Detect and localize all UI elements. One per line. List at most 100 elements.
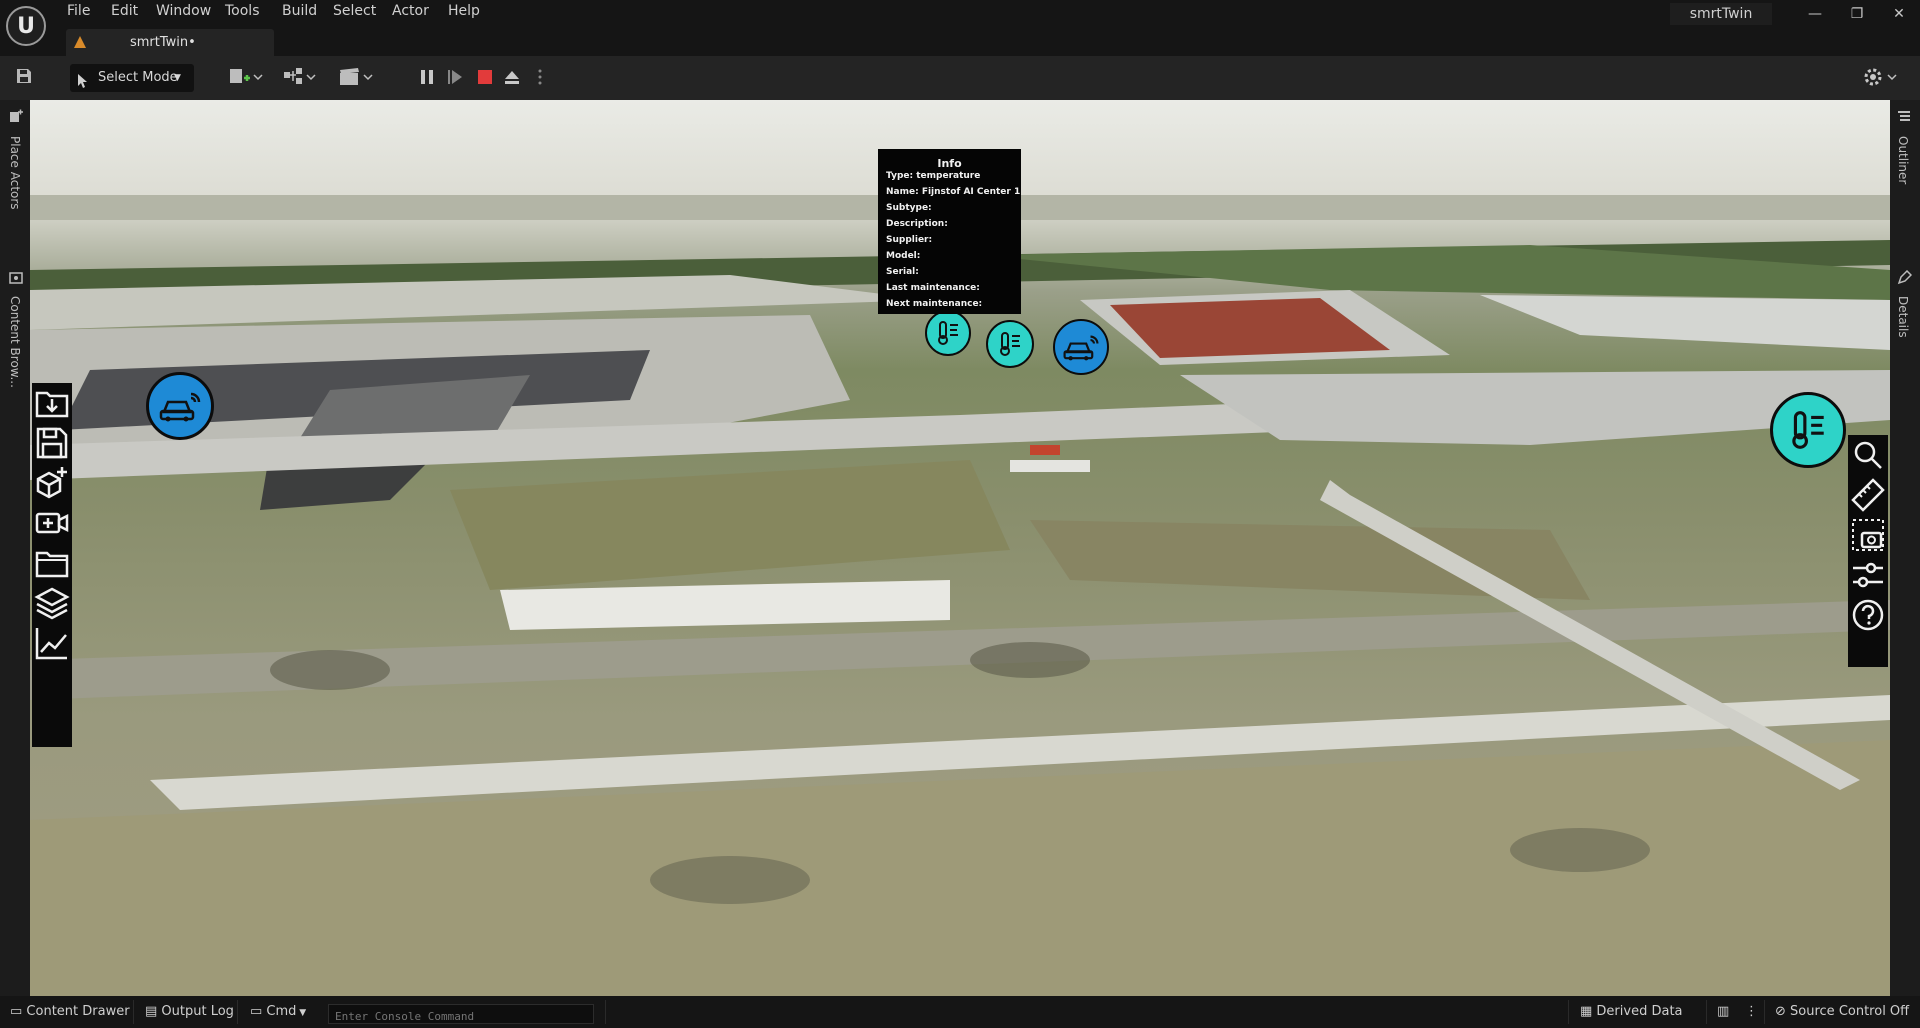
info-row-serial: Serial:: [886, 267, 919, 277]
info-title: Info: [937, 157, 962, 170]
left-viewport-toolbar: [32, 383, 72, 747]
details-pencil-icon[interactable]: [1896, 269, 1913, 286]
details-tab[interactable]: Details: [1896, 296, 1910, 338]
temperature-marker[interactable]: [986, 320, 1034, 368]
pause-button[interactable]: [418, 68, 436, 86]
sensor-info-panel: Info Type: temperature Name: Fijnstof AI…: [878, 149, 1021, 314]
save-icon: [36, 427, 68, 459]
line-chart-icon: [35, 628, 67, 660]
left-dock-panel: [0, 100, 30, 996]
source-control-button[interactable]: ⊘ Source Control Off: [1775, 1000, 1909, 1024]
menu-edit[interactable]: Edit: [111, 3, 138, 19]
source-control-status-icon[interactable]: ▥: [1717, 1000, 1729, 1024]
no-entry-icon: ⊘: [1775, 1004, 1791, 1019]
help-question-icon: [1852, 599, 1884, 631]
save-icon[interactable]: [16, 68, 32, 84]
tab-label: smrtTwin•: [130, 35, 196, 50]
thermometer-icon: [1792, 411, 1824, 449]
camera-plus-icon: [35, 512, 69, 534]
level-tab[interactable]: smrtTwin•: [66, 29, 274, 56]
outliner-tab[interactable]: Outliner: [1896, 136, 1910, 184]
add-content-button[interactable]: [228, 66, 264, 88]
right-dock-panel: [1890, 100, 1920, 996]
step-frame-button[interactable]: [446, 68, 464, 86]
place-actors-tab[interactable]: Place Actors: [8, 136, 22, 210]
eject-button[interactable]: [503, 68, 521, 86]
measure-button[interactable]: [1848, 475, 1888, 515]
import-folder-icon: [35, 391, 69, 418]
stop-button[interactable]: [476, 68, 494, 86]
right-viewport-toolbar: [1848, 435, 1888, 667]
search-icon: [1854, 441, 1882, 469]
cmd-dropdown[interactable]: ▭ Cmd ▼: [250, 1000, 306, 1024]
console-input[interactable]: [329, 1007, 593, 1026]
blueprint-button[interactable]: [283, 66, 319, 88]
open-folder-button[interactable]: [32, 543, 72, 583]
output-log-button[interactable]: ▤ Output Log: [145, 1000, 234, 1024]
thermometer-icon: [1000, 332, 1020, 356]
project-name-label: smrtTwin: [1670, 3, 1772, 25]
menu-tools[interactable]: Tools: [225, 3, 260, 19]
info-row-name: Name: Fijnstof AI Center 1: [886, 187, 1021, 197]
sliders-icon: [1853, 562, 1883, 588]
add-camera-button[interactable]: [32, 503, 72, 543]
chevron-down-icon: ▼: [296, 1008, 307, 1018]
info-row-subtype: Subtype:: [886, 203, 932, 213]
content-browser-icon[interactable]: [8, 270, 24, 286]
derived-data-button[interactable]: ▦ Derived Data: [1580, 1000, 1683, 1024]
info-row-next-maintenance: Next maintenance:: [886, 299, 983, 309]
vehicle-marker[interactable]: [1053, 319, 1109, 375]
menu-file[interactable]: File: [67, 3, 90, 19]
ruler-icon: [1851, 478, 1885, 512]
cinematics-button[interactable]: [338, 66, 374, 88]
adjust-settings-button[interactable]: [1848, 555, 1888, 595]
chevron-down-icon: ▼: [174, 73, 181, 83]
console-command-field[interactable]: [328, 1004, 594, 1026]
info-row-last-maintenance: Last maintenance:: [886, 283, 980, 293]
info-row-description: Description:: [886, 219, 948, 229]
vehicle-marker[interactable]: [146, 372, 214, 440]
select-mode-dropdown[interactable]: Select Mode ▼: [70, 64, 194, 92]
import-folder-button[interactable]: [32, 383, 72, 423]
minimize-button[interactable]: —: [1800, 6, 1830, 26]
more-options-icon[interactable]: [537, 68, 543, 86]
help-button[interactable]: [1848, 595, 1888, 635]
layers-button[interactable]: [32, 583, 72, 623]
save-button[interactable]: [32, 423, 72, 463]
menu-window[interactable]: Window: [156, 3, 211, 19]
drawer-icon: ▭: [10, 1004, 27, 1019]
menu-select[interactable]: Select: [333, 3, 376, 19]
settings-gear-icon[interactable]: [1862, 66, 1902, 88]
log-icon: ▤: [145, 1004, 162, 1019]
content-browser-tab[interactable]: Content Brow...: [8, 296, 22, 388]
screenshot-camera-icon: [1852, 519, 1884, 551]
terminal-icon: ▭: [250, 1004, 267, 1019]
search-button[interactable]: [1848, 435, 1888, 475]
close-button[interactable]: ✕: [1884, 6, 1914, 26]
status-more-icon[interactable]: ⋮: [1745, 1000, 1758, 1024]
select-mode-label: Select Mode: [98, 70, 178, 85]
level-icon: [74, 36, 86, 48]
thermometer-icon: [938, 321, 958, 345]
restore-button[interactable]: ❐: [1842, 6, 1872, 26]
add-object-button[interactable]: [32, 463, 72, 503]
menu-help[interactable]: Help: [448, 3, 480, 19]
analytics-button[interactable]: [32, 623, 72, 663]
status-bar: ▭ Content Drawer ▤ Output Log ▭ Cmd ▼ ▦ …: [0, 996, 1920, 1028]
add-cube-icon: [36, 467, 67, 499]
menu-build[interactable]: Build: [282, 3, 317, 19]
temperature-marker[interactable]: [1770, 392, 1846, 468]
info-row-type: Type: temperature: [886, 171, 981, 181]
info-row-supplier: Supplier:: [886, 235, 933, 245]
outliner-icon[interactable]: [1896, 108, 1912, 124]
temperature-marker[interactable]: [925, 310, 971, 356]
layers-icon: [34, 587, 70, 620]
content-drawer-button[interactable]: ▭ Content Drawer: [10, 1000, 130, 1024]
vehicle-wifi-icon: [1063, 335, 1099, 361]
menu-actor[interactable]: Actor: [392, 3, 429, 19]
screenshot-button[interactable]: [1848, 515, 1888, 555]
vehicle-wifi-icon: [159, 392, 201, 422]
place-actors-icon[interactable]: [8, 108, 24, 124]
unreal-logo-icon[interactable]: U: [6, 6, 46, 46]
derived-data-icon: ▦: [1580, 1004, 1597, 1019]
